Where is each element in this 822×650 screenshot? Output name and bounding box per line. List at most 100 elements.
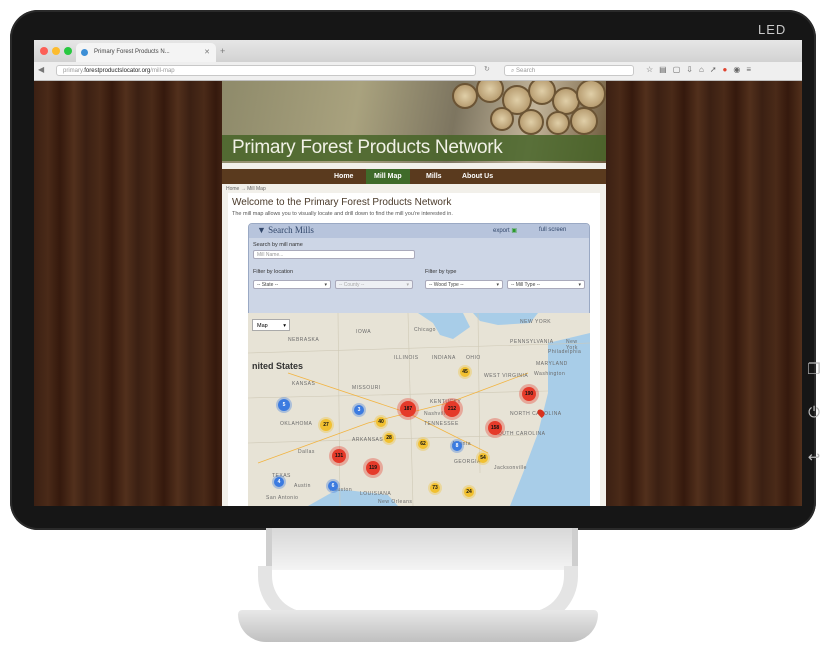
nav-mills[interactable]: Mills: [418, 169, 450, 184]
map-cluster-marker[interactable]: 24: [464, 487, 474, 497]
monitor-side-controls: ❐ ⏻ ↩: [806, 360, 822, 492]
map-cluster-marker[interactable]: 54: [478, 453, 488, 463]
mill-type-select[interactable]: -- Mill Type -- ▾: [507, 280, 585, 289]
map-place-label: WEST VIRGINIA: [484, 373, 529, 379]
browser-toolbar: ◀ primary.forestproductslocator.org/mill…: [34, 62, 802, 81]
map-place-label: ILLINOIS: [394, 355, 419, 361]
map-place-label: OKLAHOMA: [280, 421, 313, 427]
monitor-screen: Primary Forest Products N... ✕ + ◀ prima…: [34, 40, 802, 506]
county-select-value: -- County --: [339, 282, 365, 288]
library-icon[interactable]: ▤: [659, 65, 673, 74]
map-cluster-marker[interactable]: 8: [452, 441, 462, 451]
chevron-down-icon: ▾: [578, 282, 581, 288]
map-cluster-marker[interactable]: 28: [384, 433, 394, 443]
map-cluster-marker[interactable]: 212: [444, 401, 460, 417]
state-select[interactable]: -- State -- ▾: [253, 280, 331, 289]
map-cluster-marker[interactable]: 27: [320, 419, 332, 431]
download-icon[interactable]: ⇩: [686, 65, 699, 74]
map-cluster-marker[interactable]: 131: [332, 449, 346, 463]
monitor-stand-base: [238, 610, 598, 642]
account-icon[interactable]: ◉: [733, 65, 746, 74]
zoom-window-icon[interactable]: [64, 47, 72, 55]
state-select-value: -- State --: [257, 282, 279, 288]
chevron-down-icon: ▾: [496, 282, 499, 288]
chevron-down-icon: ▾: [406, 282, 409, 288]
address-bar[interactable]: primary.forestproductslocator.org/mill-m…: [56, 65, 476, 76]
map-place-label: Washington: [534, 371, 566, 377]
page-description: The mill map allows you to visually loca…: [232, 211, 453, 217]
nav-home[interactable]: Home: [326, 169, 361, 184]
fullscreen-link[interactable]: full screen: [539, 227, 566, 233]
map-cluster-marker[interactable]: 190: [522, 387, 536, 401]
back-icon[interactable]: ↩: [806, 448, 822, 492]
map-place-label: Austin: [294, 483, 311, 489]
map-place-label: INDIANA: [432, 355, 456, 361]
wood-type-select[interactable]: -- Wood Type -- ▾: [425, 280, 503, 289]
home-icon[interactable]: ⌂: [699, 65, 710, 74]
nav-mill-map[interactable]: Mill Map: [366, 169, 410, 184]
map-cluster-marker[interactable]: 119: [366, 461, 380, 475]
search-box[interactable]: ⌕ Search: [504, 65, 634, 76]
map-place-label: SOUTH CAROLINA: [494, 431, 546, 437]
content-area: Welcome to the Primary Forest Products N…: [228, 193, 600, 506]
close-tab-icon[interactable]: ✕: [204, 43, 210, 62]
web-page: Primary Forest Products Network Home Mil…: [222, 81, 606, 506]
collapse-triangle-icon: ▼: [257, 225, 269, 235]
close-window-icon[interactable]: [40, 47, 48, 55]
share-icon[interactable]: ➚: [710, 65, 723, 74]
back-arrow-icon[interactable]: ◀: [38, 65, 44, 74]
map-cluster-marker[interactable]: 3: [354, 405, 364, 415]
map-type-select[interactable]: Map ▾: [252, 319, 290, 331]
export-link[interactable]: export ▣: [493, 227, 517, 234]
browser-tab-bar: Primary Forest Products N... ✕ +: [34, 40, 802, 62]
map-place-label: Chicago: [414, 327, 436, 333]
map-cluster-marker[interactable]: 73: [430, 483, 440, 493]
pocket-icon[interactable]: ▢: [673, 65, 687, 74]
site-title: Primary Forest Products Network: [232, 137, 503, 158]
export-icon: ▣: [511, 228, 518, 234]
minimize-window-icon[interactable]: [52, 47, 60, 55]
log-end-image: [570, 107, 598, 135]
map-cluster-marker[interactable]: 6: [328, 481, 338, 491]
map-place-label: New Orleans: [378, 499, 413, 505]
search-by-name-label: Search by mill name: [253, 242, 303, 248]
map-place-label: Philadelphia: [548, 349, 582, 355]
power-icon[interactable]: ⏻: [806, 404, 822, 448]
chevron-down-icon: ▾: [283, 323, 286, 329]
main-navigation: Home Mill Map Mills About Us: [222, 169, 606, 184]
tab-title: Primary Forest Products N...: [94, 49, 170, 55]
atlantic-ocean-shape: [510, 333, 590, 506]
url-domain: forestproductslocator.org: [84, 68, 151, 74]
browser-toolbar-icons: ☆▤▢⇩⌂➚●◉≡: [646, 65, 757, 74]
map-cluster-marker[interactable]: 45: [460, 367, 470, 377]
reload-icon[interactable]: ↻: [484, 65, 490, 73]
log-end-image: [490, 107, 514, 131]
map-cluster-marker[interactable]: 62: [418, 439, 428, 449]
map-cluster-marker[interactable]: 158: [488, 421, 502, 435]
mill-map[interactable]: Map ▾ nited States NEBRASKA IOWA Chicago …: [248, 313, 590, 506]
county-select[interactable]: -- County -- ▾: [335, 280, 413, 289]
map-cluster-marker[interactable]: 5: [278, 399, 290, 411]
bookmark-star-icon[interactable]: ☆: [646, 65, 659, 74]
panel-title[interactable]: ▼ Search Mills: [257, 225, 314, 235]
site-favicon-icon: [81, 49, 88, 56]
new-tab-icon[interactable]: +: [220, 46, 225, 56]
map-type-value: Map: [257, 323, 268, 329]
map-cluster-marker[interactable]: 4: [274, 477, 284, 487]
map-country-label: nited States: [252, 361, 304, 371]
addon-icon[interactable]: ●: [723, 65, 734, 74]
site-banner: Primary Forest Products Network: [222, 81, 606, 163]
lake-michigan-shape: [418, 313, 470, 339]
search-mills-panel: ▼ Search Mills export ▣ full screen Sear…: [248, 223, 590, 315]
panel-header: ▼ Search Mills export ▣ full screen: [249, 224, 589, 238]
browser-tab[interactable]: Primary Forest Products N... ✕: [76, 43, 216, 62]
export-label: export: [493, 228, 510, 234]
page-heading: Welcome to the Primary Forest Products N…: [232, 197, 452, 208]
menu-icon[interactable]: ≡: [746, 65, 757, 74]
map-place-label: LOUISIANA: [360, 491, 392, 497]
map-cluster-marker[interactable]: 187: [400, 401, 416, 417]
nav-about-us[interactable]: About Us: [454, 169, 501, 184]
mill-name-input[interactable]: Mill Name...: [253, 250, 415, 259]
copy-icon[interactable]: ❐: [806, 360, 822, 404]
map-cluster-marker[interactable]: 40: [376, 417, 386, 427]
